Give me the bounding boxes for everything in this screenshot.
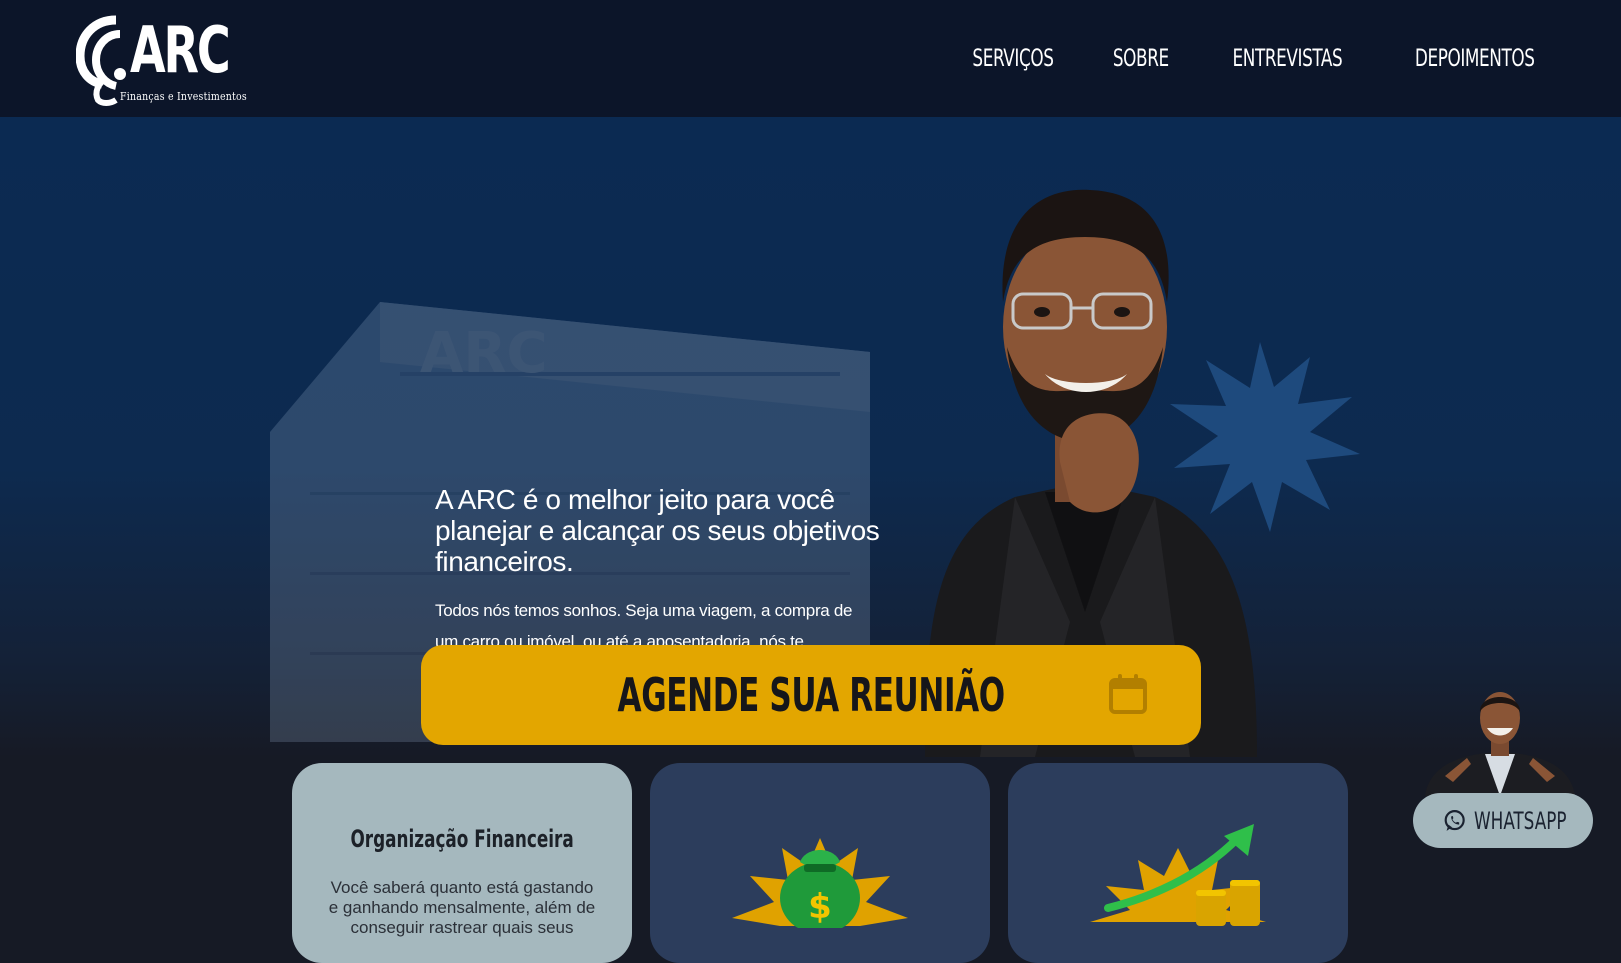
calendar-icon bbox=[1109, 674, 1147, 714]
service-card-organizacao[interactable]: Organização Financeira Você saberá quant… bbox=[292, 763, 632, 963]
service-card-2[interactable]: $ bbox=[650, 763, 990, 963]
money-bag-icon: $ bbox=[732, 838, 908, 928]
whatsapp-avatar-image bbox=[1425, 692, 1575, 796]
nav-item-entrevistas[interactable]: ENTREVISTAS bbox=[1232, 44, 1342, 72]
whatsapp-label: WHATSAPP bbox=[1474, 806, 1567, 835]
site-header: ARC Finanças e Investimentos SERVIÇOS SO… bbox=[0, 0, 1621, 117]
brand-name: ARC bbox=[130, 14, 231, 88]
service-card-title: Organização Financeira bbox=[292, 825, 632, 853]
nav-item-servicos[interactable]: SERVIÇOS bbox=[973, 44, 1054, 72]
nav-item-depoimentos[interactable]: DEPOIMENTOS bbox=[1414, 44, 1534, 72]
nav-item-sobre[interactable]: SOBRE bbox=[1113, 44, 1169, 72]
service-card-title-text: Organização Financeira bbox=[350, 825, 574, 853]
whatsapp-button[interactable]: WHATSAPP bbox=[1413, 793, 1593, 848]
service-card-description: Você saberá quanto está gastando e ganha… bbox=[328, 878, 596, 937]
schedule-meeting-button[interactable]: AGENDE SUA REUNIÃO bbox=[421, 645, 1201, 745]
building-sign: ARC bbox=[420, 321, 548, 386]
schedule-meeting-label: AGENDE SUA REUNIÃO bbox=[617, 668, 1005, 722]
brand-logo[interactable]: ARC Finanças e Investimentos bbox=[76, 14, 247, 106]
svg-text:$: $ bbox=[808, 887, 832, 927]
brand-tagline: Finanças e Investimentos bbox=[120, 90, 247, 103]
whatsapp-icon bbox=[1444, 809, 1465, 831]
service-card-3[interactable] bbox=[1008, 763, 1348, 963]
growth-arrow-coins-icon bbox=[1090, 824, 1266, 926]
main-nav: SERVIÇOS SOBRE ENTREVISTAS DEPOIMENTOS bbox=[961, 44, 1551, 72]
hero-headline: A ARC é o melhor jeito para você planeja… bbox=[435, 484, 880, 577]
